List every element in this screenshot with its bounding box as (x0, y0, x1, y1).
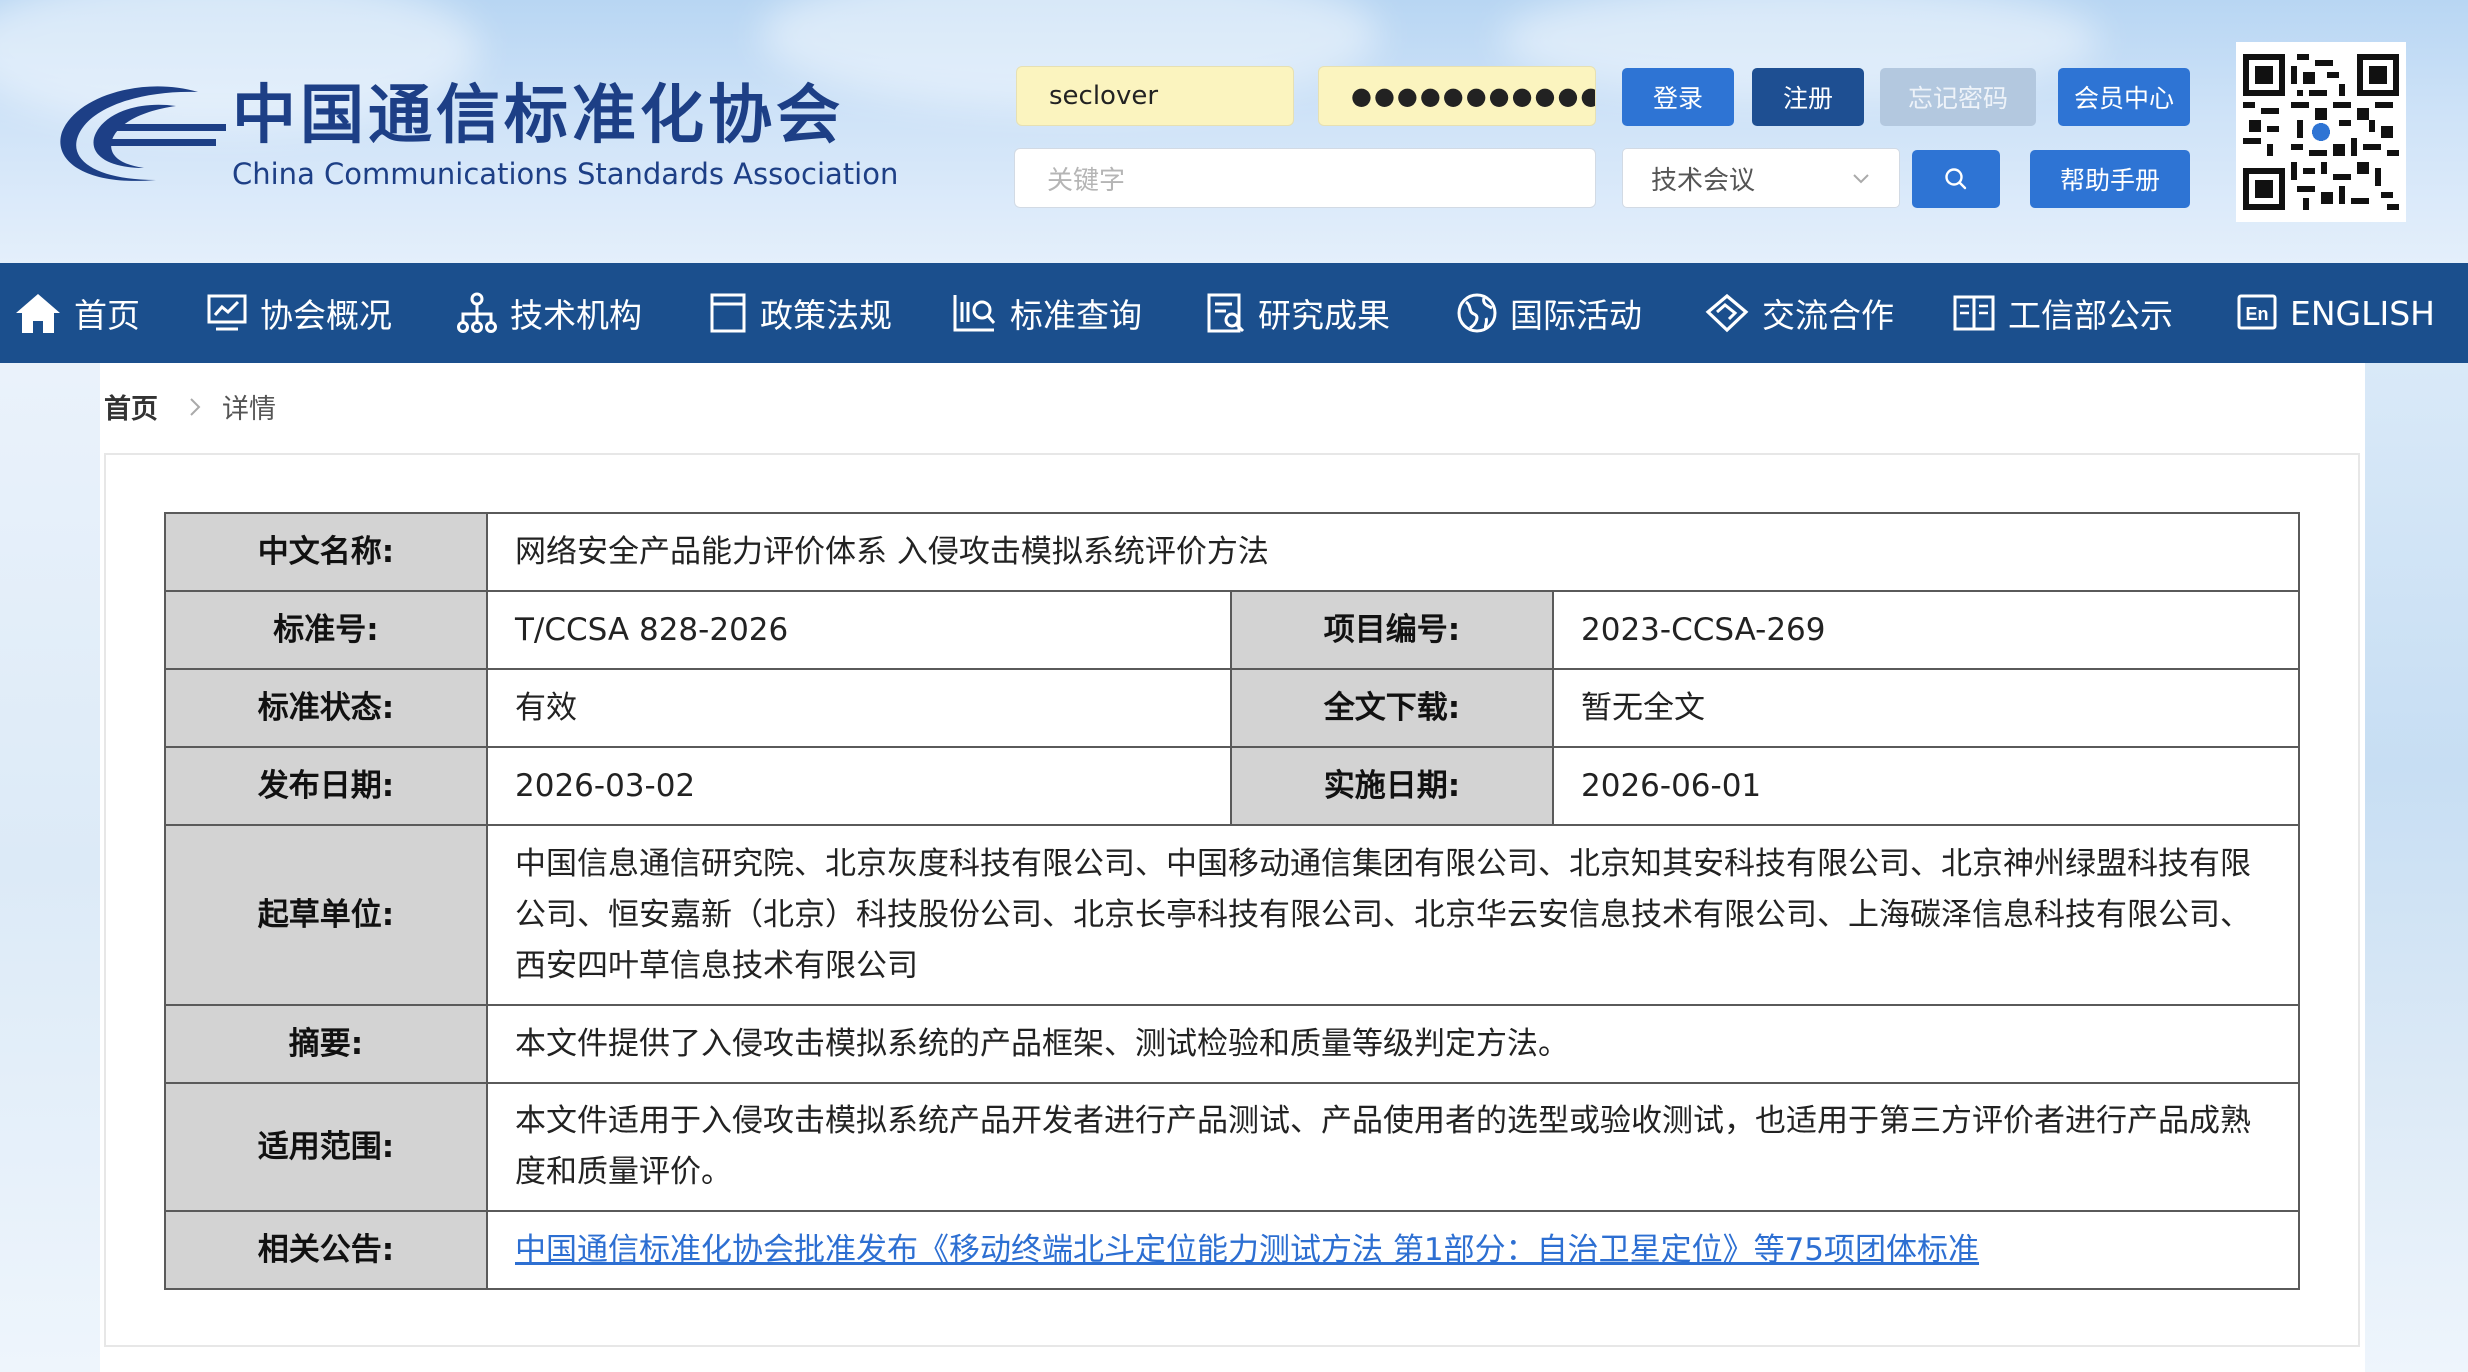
nav-item-english[interactable]: En ENGLISH (2236, 263, 2435, 363)
publish-date-label: 发布日期: (164, 746, 488, 826)
nav-item-label: 交流合作 (1762, 296, 1894, 335)
nav-item-standard-search[interactable]: 标准查询 (952, 263, 1142, 363)
drafters-label: 起草单位: (164, 824, 488, 1006)
forgot-password-button[interactable]: 忘记密码 (1880, 68, 2036, 126)
nav-item-policy[interactable]: 政策法规 (708, 263, 892, 363)
nav-item-label: 首页 (74, 296, 140, 335)
qr-code-image (2236, 42, 2406, 222)
handshake-icon (1705, 293, 1749, 333)
globe-icon (1457, 293, 1497, 333)
nav-item-international[interactable]: 国际活动 (1456, 263, 1642, 363)
main-nav: 首页 协会概况 技术机构 政策法规 标准查询 研究成果 国际活动 交流合作 工信… (0, 263, 2468, 363)
logo-title-cn: 中国通信标准化协会 (232, 79, 844, 153)
search-list-icon (953, 295, 996, 332)
publish-date-value: 2026-03-02 (486, 746, 1232, 826)
nav-item-label: 技术机构 (510, 296, 642, 335)
breadcrumb-home-link[interactable]: 首页 (104, 390, 158, 430)
cn-name-label: 中文名称: (164, 512, 488, 592)
standard-detail-table: 中文名称: 网络安全产品能力评价体系 入侵攻击模拟系统评价方法 标准号: T/C… (164, 512, 2301, 1290)
table-row: 摘要: 本文件提供了入侵攻击模拟系统的产品框架、测试检验和质量等级判定方法。 (164, 1004, 2301, 1084)
scope-label: 适用范围: (164, 1082, 488, 1212)
table-row: 发布日期: 2026-03-02 实施日期: 2026-06-01 (164, 746, 2301, 826)
monitor-chart-icon (207, 294, 247, 331)
nav-item-research[interactable]: 研究成果 (1206, 263, 1390, 363)
status-label: 标准状态: (164, 668, 488, 748)
qr-code-icon (2243, 54, 2399, 210)
nav-item-label: 标准查询 (1010, 296, 1142, 335)
scope-value: 本文件适用于入侵攻击模拟系统产品开发者进行产品测试、产品使用者的选型或验收测试，… (485, 1082, 2301, 1212)
table-row: 相关公告: 中国通信标准化协会批准发布《移动终端北斗定位能力测试方法 第1部分：… (164, 1210, 2301, 1290)
search-category-select[interactable]: 技术会议 (1622, 148, 1900, 208)
nav-item-miit-notice[interactable]: 工信部公示 (1952, 263, 2173, 363)
search-button[interactable] (1912, 150, 2000, 208)
chevron-right-icon (190, 398, 201, 416)
abstract-label: 摘要: (164, 1004, 488, 1084)
table-row: 起草单位: 中国信息通信研究院、北京灰度科技有限公司、中国移动通信集团有限公司、… (164, 824, 2301, 1006)
book-icon (1953, 295, 1995, 331)
nav-item-tech-org[interactable]: 技术机构 (456, 263, 642, 363)
cn-name-value: 网络安全产品能力评价体系 入侵攻击模拟系统评价方法 (485, 512, 2301, 592)
impl-date-label: 实施日期: (1230, 746, 1554, 826)
password-field[interactable]: ●●●●●●●●●●●● (1318, 66, 1596, 126)
table-row: 中文名称: 网络安全产品能力评价体系 入侵攻击模拟系统评价方法 (164, 512, 2301, 592)
org-tree-icon (457, 292, 497, 333)
drafters-value: 中国信息通信研究院、北京灰度科技有限公司、中国移动通信集团有限公司、北京知其安科… (485, 824, 2301, 1006)
logo-title-en: China Communications Standards Associati… (232, 157, 899, 191)
nav-item-about[interactable]: 协会概况 (206, 263, 392, 363)
background-decoration (2365, 363, 2468, 1372)
report-icon (1207, 293, 1245, 333)
nav-item-home[interactable]: 首页 (14, 263, 140, 363)
login-button[interactable]: 登录 (1622, 68, 1734, 126)
nav-item-label: 协会概况 (260, 296, 392, 335)
related-notice-link[interactable]: 中国通信标准化协会批准发布《移动终端北斗定位能力测试方法 第1部分：自治卫星定位… (515, 1232, 1979, 1268)
nav-item-exchange[interactable]: 交流合作 (1704, 263, 1894, 363)
site-header: 中国通信标准化协会 China Communications Standards… (0, 0, 2468, 263)
svg-text:En: En (2245, 304, 2268, 324)
help-manual-button[interactable]: 帮助手册 (2030, 150, 2190, 208)
home-icon (16, 294, 60, 333)
nav-item-label: 研究成果 (1258, 296, 1390, 335)
member-center-button[interactable]: 会员中心 (2058, 68, 2190, 126)
breadcrumb-current: 详情 (222, 394, 276, 425)
username-field[interactable]: seclover (1016, 66, 1294, 126)
background-decoration (0, 363, 100, 1372)
project-no-value: 2023-CCSA-269 (1551, 590, 2301, 670)
chevron-down-icon (1853, 174, 1869, 184)
std-no-label: 标准号: (164, 590, 488, 670)
notice-cell: 中国通信标准化协会批准发布《移动终端北斗定位能力测试方法 第1部分：自治卫星定位… (485, 1210, 2301, 1290)
search-icon (1945, 168, 1967, 190)
search-category-value: 技术会议 (1651, 165, 1756, 196)
project-no-label: 项目编号: (1230, 590, 1554, 670)
download-label: 全文下载: (1230, 668, 1554, 748)
std-no-value: T/CCSA 828-2026 (486, 590, 1232, 670)
register-button[interactable]: 注册 (1752, 68, 1864, 126)
keyword-search-input[interactable]: 关键字 (1014, 148, 1596, 208)
nav-item-label: ENGLISH (2290, 293, 2435, 333)
impl-date-value: 2026-06-01 (1551, 746, 2301, 826)
nav-item-label: 国际活动 (1510, 296, 1642, 335)
nav-item-label: 工信部公示 (2008, 296, 2173, 335)
table-row: 标准号: T/CCSA 828-2026 项目编号: 2023-CCSA-269 (164, 590, 2301, 670)
download-value: 暂无全文 (1551, 668, 2301, 748)
status-value: 有效 (486, 668, 1232, 748)
notice-label: 相关公告: (164, 1210, 488, 1290)
document-icon (710, 293, 746, 333)
ccsa-logo-icon[interactable] (48, 70, 228, 190)
nav-item-label: 政策法规 (760, 296, 892, 335)
table-row: 标准状态: 有效 全文下载: 暂无全文 (164, 668, 2301, 748)
abstract-value: 本文件提供了入侵攻击模拟系统的产品框架、测试检验和质量等级判定方法。 (485, 1004, 2301, 1084)
table-row: 适用范围: 本文件适用于入侵攻击模拟系统产品开发者进行产品测试、产品使用者的选型… (164, 1082, 2301, 1212)
en-icon: En (2237, 294, 2277, 330)
